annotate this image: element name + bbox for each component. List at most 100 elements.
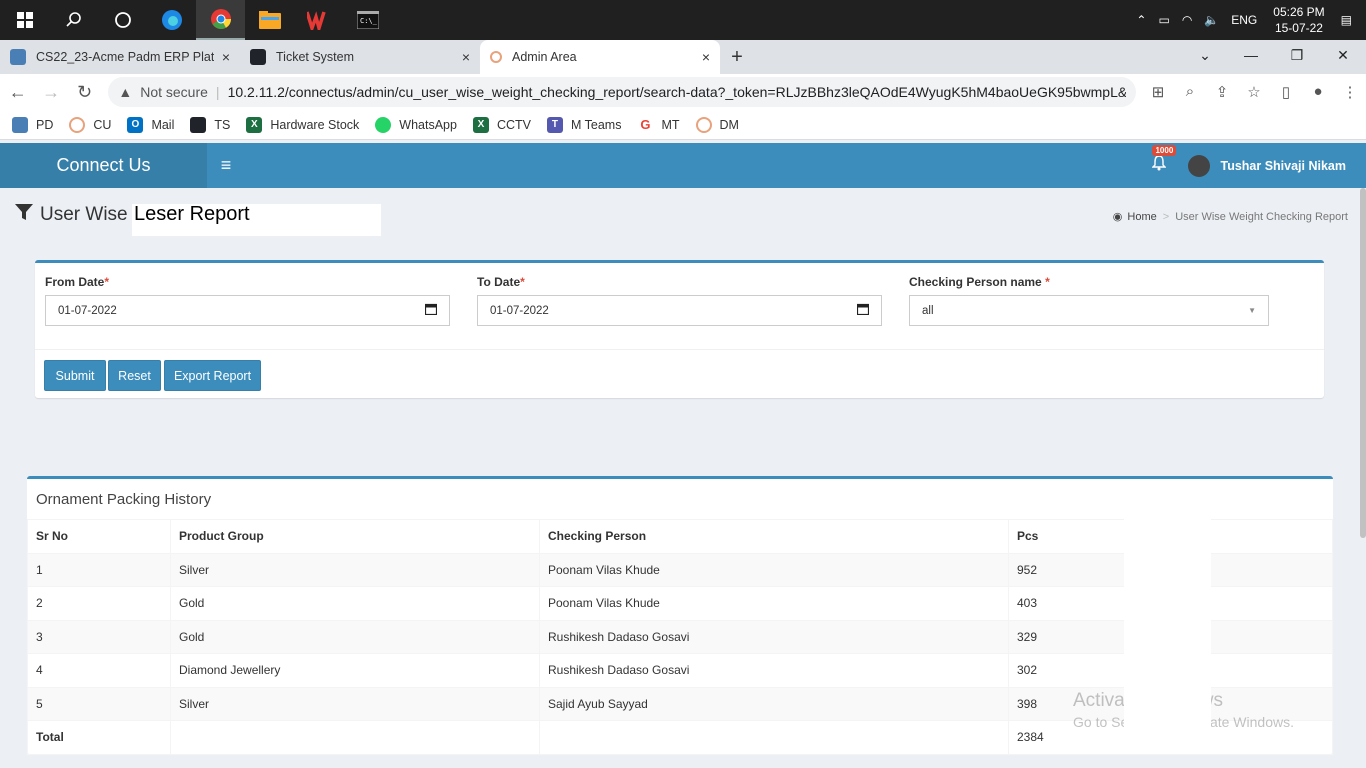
to-date-input[interactable]: 01-07-2022	[477, 295, 882, 326]
from-date-input[interactable]: 01-07-2022	[45, 295, 450, 326]
cortana-icon[interactable]	[98, 0, 147, 40]
omnibox-actions: ⊞ ⌕ ⇪ ☆ ▯ ● ⋮	[1142, 83, 1366, 101]
svg-text:C:\_: C:\_	[360, 17, 378, 25]
side-panel-icon[interactable]: ▯	[1270, 83, 1302, 101]
tab-close-icon[interactable]: ×	[462, 49, 470, 65]
reset-button[interactable]: Reset	[108, 360, 161, 391]
file-explorer-icon[interactable]	[245, 0, 294, 40]
bookmark-label: MT	[661, 117, 680, 132]
header-user-area: 1000 Tushar Shivaji Nikam	[1151, 143, 1346, 188]
share-icon[interactable]: ⇪	[1206, 83, 1238, 101]
chrome-icon[interactable]	[196, 0, 245, 40]
tab-ticket-system[interactable]: Ticket System ×	[240, 40, 480, 74]
page-title-overlay: Leser Report	[132, 204, 381, 236]
profile-icon[interactable]: ●	[1302, 83, 1334, 101]
wifi-icon[interactable]: ◠	[1182, 13, 1192, 27]
notification-bell-icon[interactable]: 1000	[1151, 145, 1177, 176]
bookmark-dm[interactable]: DM	[695, 116, 739, 133]
translate-icon[interactable]: ⊞	[1142, 83, 1174, 101]
tab-close-icon[interactable]: ×	[702, 49, 710, 65]
calendar-icon[interactable]	[856, 303, 870, 318]
terminal-icon[interactable]: C:\_	[343, 0, 392, 40]
filter-icon	[14, 202, 34, 227]
bookmark-label: PD	[36, 117, 54, 132]
browser-tab-bar: CS22_23-Acme Padm ERP Platfor × Ticket S…	[0, 40, 1366, 74]
warning-triangle-icon[interactable]: ▲	[118, 84, 132, 100]
clock[interactable]: 05:26 PM 15-07-22	[1273, 4, 1324, 36]
menu-kebab-icon[interactable]: ⋮	[1334, 83, 1366, 101]
dashboard-icon: ◉	[1112, 211, 1123, 223]
whatsapp-icon	[375, 116, 392, 133]
bookmark-ts[interactable]: TS	[190, 116, 230, 133]
back-arrow-icon[interactable]: ←	[2, 76, 33, 108]
page-title: User Wise	[14, 202, 128, 227]
tab-title: CS22_23-Acme Padm ERP Platfor	[36, 50, 214, 64]
chevron-up-icon[interactable]: ⌃	[1136, 13, 1146, 27]
close-window-button[interactable]: ✕	[1320, 40, 1366, 70]
edge-icon[interactable]	[147, 0, 196, 40]
bookmark-cctv[interactable]: X CCTV	[472, 116, 531, 133]
url-omnibox[interactable]: ▲ Not secure | 10.2.11.2/connectus/admin…	[108, 77, 1136, 107]
checking-person-label-text: Checking Person name	[909, 275, 1042, 289]
tab-admin-area[interactable]: Admin Area ×	[480, 40, 720, 74]
bookmark-m-teams[interactable]: T M Teams	[546, 116, 621, 133]
url-text[interactable]: 10.2.11.2/connectus/admin/cu_user_wise_w…	[228, 84, 1126, 100]
bookmark-star-icon[interactable]: ☆	[1238, 83, 1270, 101]
zoom-icon[interactable]: ⌕	[1174, 83, 1206, 101]
bookmark-label: Hardware Stock	[270, 117, 360, 132]
bookmark-pd[interactable]: PD	[12, 116, 54, 133]
table-cell	[539, 720, 1009, 755]
column-header[interactable]: Sr No	[27, 519, 171, 554]
bookmark-mt[interactable]: G MT	[637, 116, 680, 133]
tab-close-icon[interactable]: ×	[222, 49, 230, 65]
from-date-group: From Date* 01-07-2022	[45, 275, 450, 326]
minimize-button[interactable]: —	[1228, 40, 1274, 70]
search-icon[interactable]	[49, 0, 98, 40]
table-cell: 2	[27, 586, 171, 621]
windows-taskbar: C:\_ ⌃ ▭ ◠ 🔈 ENG 05:26 PM 15-07-22 ▤	[0, 0, 1366, 40]
language-indicator[interactable]: ENG	[1231, 13, 1257, 27]
table-cell: 3	[27, 619, 171, 654]
table-cell: 4	[27, 653, 171, 688]
table-cell: Rushikesh Dadaso Gosavi	[539, 619, 1009, 654]
table-cell: Poonam Vilas Khude	[539, 552, 1009, 587]
submit-button[interactable]: Submit	[44, 360, 106, 391]
reload-icon[interactable]: ↻	[69, 76, 100, 108]
user-name[interactable]: Tushar Shivaji Nikam	[1220, 159, 1346, 173]
teams-icon: T	[546, 116, 563, 133]
notification-center-icon[interactable]: ▤	[1341, 13, 1352, 27]
pd-icon	[12, 116, 28, 133]
not-secure-label[interactable]: Not secure	[140, 84, 208, 100]
tab-erp[interactable]: CS22_23-Acme Padm ERP Platfor ×	[0, 40, 240, 74]
bookmark-mail[interactable]: O Mail	[127, 116, 174, 133]
app-logo[interactable]: Connect Us	[0, 143, 207, 188]
breadcrumb-home[interactable]: Home	[1127, 211, 1156, 223]
checking-person-select[interactable]: all ▼	[909, 295, 1269, 326]
volume-icon[interactable]: 🔈	[1204, 13, 1219, 27]
bookmarks-bar: PD CU O Mail TS X Hardware Stock WhatsApp …	[0, 110, 1366, 140]
wps-office-icon[interactable]	[294, 0, 343, 40]
export-report-button[interactable]: Export Report	[164, 360, 261, 391]
excel-icon: X	[472, 116, 489, 133]
calendar-icon[interactable]	[424, 303, 438, 318]
bookmark-hardware-stock[interactable]: X Hardware Stock	[246, 116, 360, 133]
restore-button[interactable]: ❐	[1274, 40, 1320, 70]
chevron-down-icon[interactable]: ▼	[1248, 306, 1256, 315]
tab-title: Ticket System	[276, 50, 355, 64]
page-scrollbar[interactable]	[1360, 188, 1366, 538]
battery-icon[interactable]: ▭	[1158, 13, 1169, 27]
tab-search-button[interactable]: ⌄	[1182, 40, 1228, 70]
bookmark-cu[interactable]: CU	[69, 116, 111, 133]
new-tab-button[interactable]: +	[720, 40, 754, 74]
windows-start-icon[interactable]	[0, 0, 49, 40]
to-date-label-text: To Date	[477, 275, 521, 289]
app-header: Connect Us ≡ 1000 Tushar Shivaji Nikam	[0, 143, 1366, 188]
forward-arrow-icon[interactable]: →	[35, 76, 66, 108]
avatar[interactable]	[1188, 154, 1211, 177]
hamburger-menu-icon[interactable]: ≡	[207, 143, 245, 188]
bookmark-whatsapp[interactable]: WhatsApp	[375, 116, 457, 133]
breadcrumb-current: User Wise Weight Checking Report	[1175, 210, 1348, 223]
column-header[interactable]: Checking Person	[539, 519, 1009, 554]
required-mark: *	[1045, 275, 1050, 289]
column-header[interactable]: Product Group	[170, 519, 540, 554]
